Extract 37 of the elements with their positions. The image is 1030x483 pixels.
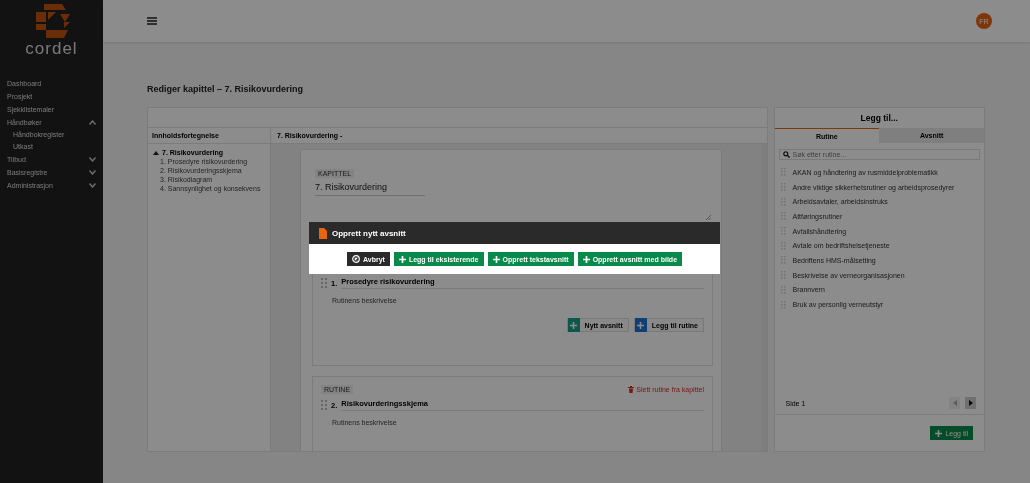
plus-icon: [492, 255, 500, 263]
right-arrow-icon: [968, 400, 973, 406]
drag-handle-icon[interactable]: [780, 241, 786, 250]
modal-title: Opprett nytt avsnitt: [332, 228, 406, 238]
close-icon: [351, 255, 360, 263]
drag-handle-icon[interactable]: [780, 271, 786, 280]
caret-icon[interactable]: [153, 150, 159, 155]
chevron-icon[interactable]: [89, 120, 96, 125]
drag-handle-icon[interactable]: [780, 256, 786, 265]
left-arrow-icon: [952, 400, 957, 406]
chevron-icon[interactable]: [89, 157, 96, 162]
drag-handle-icon[interactable]: [780, 183, 786, 192]
search-icon: [782, 151, 790, 158]
plus-icon: [582, 255, 590, 263]
next-page-button[interactable]: [965, 397, 976, 409]
drag-handle-icon[interactable]: [780, 285, 786, 294]
panel-title: Legg til...: [859, 112, 899, 125]
drag-handle-icon[interactable]: [321, 400, 327, 410]
page-title: Rediger kapittel – 7. Risikovurdering: [147, 84, 305, 95]
resize-handle-icon[interactable]: [706, 215, 711, 220]
drag-handle-icon[interactable]: [780, 212, 786, 221]
chapter-title-field[interactable]: 7. Risikovurdering: [315, 182, 425, 196]
chevron-icon[interactable]: [89, 183, 96, 188]
drag-handle-icon[interactable]: [780, 168, 786, 177]
drag-handle-icon[interactable]: [780, 227, 786, 236]
plus-icon: [398, 255, 406, 263]
drag-handle-icon[interactable]: [780, 300, 786, 309]
chevron-icon[interactable]: [89, 170, 96, 175]
drag-handle-icon[interactable]: [321, 278, 327, 288]
plus-icon: [634, 318, 647, 332]
trash-icon: [628, 385, 635, 393]
plus-icon: [935, 429, 943, 437]
plus-icon: [567, 318, 580, 332]
document-icon: [319, 227, 327, 239]
menu-icon[interactable]: [147, 17, 157, 25]
logo-text: cordel: [25, 40, 78, 58]
drag-handle-icon[interactable]: [780, 197, 786, 206]
